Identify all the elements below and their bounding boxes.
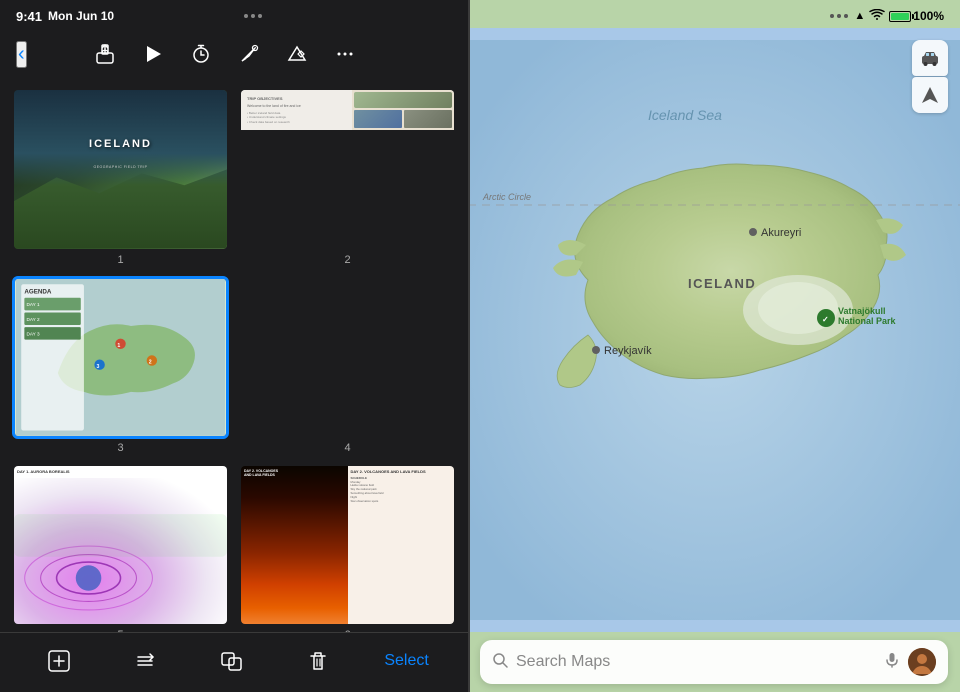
svg-text:Arctic Circle: Arctic Circle (482, 192, 531, 202)
slide-item[interactable]: DAY 2. VOLCANOESAND LAVA FIELDS DAY 2. V… (239, 464, 456, 633)
svg-text:3: 3 (96, 364, 99, 370)
search-maps-input[interactable]: Search Maps (516, 653, 876, 671)
share-button[interactable] (91, 40, 119, 68)
maps-panel: ▲ 100% (468, 0, 960, 692)
slide-number: 3 (12, 442, 229, 454)
svg-text:Vatnajökull: Vatnajökull (838, 306, 886, 316)
back-button[interactable]: ‹ (16, 41, 27, 68)
slide-item[interactable]: DAY 1. AURORA BOREALIS SCHEDULE Morning … (239, 276, 456, 454)
slide-number: 2 (239, 254, 456, 266)
keynote-panel: 9:41 Mon Jun 10 ‹ (0, 0, 468, 692)
signal-icon: ▲ (854, 10, 865, 22)
timer-button[interactable] (187, 40, 215, 68)
shapes-button[interactable] (283, 40, 311, 68)
status-date: Mon Jun 10 (48, 9, 114, 23)
wifi-icon (869, 9, 885, 24)
maps-status-bar: ▲ 100% (468, 0, 960, 28)
delete-button[interactable] (298, 650, 338, 672)
slides-grid: ICELAND GEOGRAPHIC FIELD TRIP 1 TRIP OBJ… (12, 88, 456, 632)
slide-item-selected[interactable]: AGENDA DAY 1 DAY 2 DAY 3 1 2 (12, 276, 229, 454)
slide-item[interactable]: DAY 1. AURORA BOREALIS (12, 464, 229, 633)
slide-number: 1 (12, 254, 229, 266)
play-button[interactable] (139, 40, 167, 68)
slide-item[interactable]: TRIP OBJECTIVES Welcome to the land of f… (239, 88, 456, 266)
map-svg: Arctic Circle Iceland Sea ICELAND Akurey… (468, 28, 960, 632)
battery-percent: 100% (913, 9, 944, 23)
slide-number: 5 (12, 629, 229, 632)
svg-text:Iceland Sea: Iceland Sea (648, 107, 722, 123)
map-buttons (912, 40, 948, 113)
status-dots (244, 14, 262, 18)
svg-text:ICELAND: ICELAND (688, 276, 756, 291)
svg-text:National Park: National Park (838, 316, 897, 326)
user-avatar[interactable] (908, 648, 936, 676)
svg-text:AGENDA: AGENDA (24, 288, 52, 295)
status-bar: 9:41 Mon Jun 10 (0, 0, 468, 28)
status-time: 9:41 (16, 9, 42, 24)
slides-container[interactable]: ICELAND GEOGRAPHIC FIELD TRIP 1 TRIP OBJ… (0, 80, 468, 632)
svg-text:Akureyri: Akureyri (761, 227, 801, 239)
svg-text:2: 2 (149, 359, 152, 365)
toolbar-center (91, 40, 359, 68)
sort-button[interactable] (125, 650, 165, 672)
search-right-icons (884, 648, 936, 676)
keynote-toolbar: ‹ (0, 28, 468, 80)
transport-mode-button[interactable] (912, 40, 948, 76)
slide-item[interactable]: ICELAND GEOGRAPHIC FIELD TRIP 1 (12, 88, 229, 266)
more-button[interactable] (331, 40, 359, 68)
maps-search-bar[interactable]: Search Maps (480, 640, 948, 684)
svg-text:DAY 3: DAY 3 (26, 331, 40, 336)
svg-text:1: 1 (117, 343, 120, 349)
group-button[interactable] (212, 650, 252, 672)
map-area[interactable]: Arctic Circle Iceland Sea ICELAND Akurey… (468, 28, 960, 632)
location-button[interactable] (912, 77, 948, 113)
bottom-toolbar: Select (0, 632, 468, 692)
search-icon (492, 652, 508, 673)
svg-text:DAY 1: DAY 1 (26, 302, 40, 307)
maps-status-dots (830, 14, 848, 18)
slide-number: 6 (239, 629, 456, 632)
svg-text:Reykjavík: Reykjavík (604, 345, 652, 357)
battery-indicator: 100% (889, 9, 944, 23)
select-button[interactable]: Select (384, 652, 428, 670)
slide-number: 4 (239, 442, 456, 454)
toolbar-left: ‹ (16, 41, 27, 68)
panel-divider (468, 0, 470, 692)
add-slide-button[interactable] (39, 650, 79, 672)
draw-button[interactable] (235, 40, 263, 68)
svg-text:✓: ✓ (822, 315, 829, 324)
mic-icon[interactable] (884, 652, 900, 673)
svg-text:DAY 2: DAY 2 (26, 317, 40, 322)
status-indicators: ▲ 100% (854, 9, 944, 24)
